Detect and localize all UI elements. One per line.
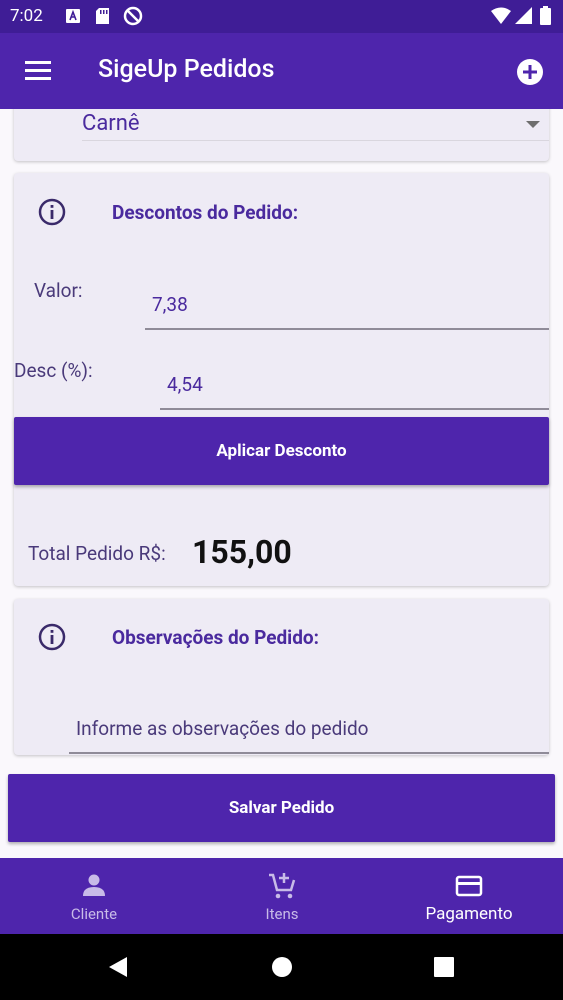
add-circle-icon[interactable] xyxy=(516,58,544,86)
desc-percent-underline xyxy=(160,408,549,410)
status-time: 7:02 xyxy=(10,6,43,26)
person-icon xyxy=(83,874,105,896)
system-nav-bar xyxy=(0,934,563,1000)
desc-percent-label: Desc (%): xyxy=(14,359,93,382)
credit-card-icon xyxy=(455,875,483,897)
home-icon[interactable] xyxy=(271,956,293,978)
valor-label: Valor: xyxy=(34,279,83,302)
signal-icon xyxy=(515,7,532,24)
wifi-icon xyxy=(491,7,511,24)
select-underline xyxy=(82,140,549,141)
recents-icon[interactable] xyxy=(433,956,455,978)
sd-card-icon xyxy=(96,8,109,24)
info-icon xyxy=(38,623,66,651)
bottom-navigation: Cliente Itens Pagamento xyxy=(0,858,563,934)
observations-heading: Observações do Pedido: xyxy=(112,626,319,649)
tab-pagamento[interactable]: Pagamento xyxy=(375,858,563,934)
valor-input[interactable]: 7,38 xyxy=(152,293,188,316)
tab-itens[interactable]: Itens xyxy=(188,858,376,934)
payment-method-select[interactable]: Carnê xyxy=(82,111,140,136)
discount-card: Descontos do Pedido: Valor: 7,38 Desc (%… xyxy=(14,173,549,586)
battery-icon xyxy=(540,6,551,25)
desc-percent-input[interactable]: 4,54 xyxy=(167,373,203,396)
menu-icon[interactable] xyxy=(25,61,51,81)
observations-input[interactable]: Informe as observações do pedido xyxy=(76,717,369,740)
observations-underline xyxy=(69,752,549,754)
tab-label: Pagamento xyxy=(425,904,513,924)
payment-method-card: Carnê xyxy=(14,109,549,161)
back-icon[interactable] xyxy=(107,956,129,978)
status-bar: 7:02 xyxy=(0,0,563,33)
total-label: Total Pedido R$: xyxy=(28,542,166,565)
app-title: SigeUp Pedidos xyxy=(98,55,275,84)
apply-discount-button[interactable]: Aplicar Desconto xyxy=(14,417,549,485)
blocked-icon xyxy=(123,6,143,26)
cart-add-icon xyxy=(269,873,296,899)
save-order-button[interactable]: Salvar Pedido xyxy=(8,774,555,842)
tab-cliente[interactable]: Cliente xyxy=(0,858,188,934)
observations-card: Observações do Pedido: Informe as observ… xyxy=(14,599,549,755)
total-value: 155,00 xyxy=(192,533,292,571)
discount-heading: Descontos do Pedido: xyxy=(112,201,299,224)
info-icon xyxy=(38,198,66,226)
valor-underline xyxy=(145,328,549,330)
dropdown-arrow-icon[interactable] xyxy=(526,121,540,128)
tab-label: Itens xyxy=(265,905,299,923)
app-bar: SigeUp Pedidos xyxy=(0,33,563,109)
font-a-icon xyxy=(66,9,80,23)
tab-label: Cliente xyxy=(70,905,118,923)
order-payment-content[interactable]: Carnê Descontos do Pedido: Valor: 7,38 D… xyxy=(0,109,563,858)
